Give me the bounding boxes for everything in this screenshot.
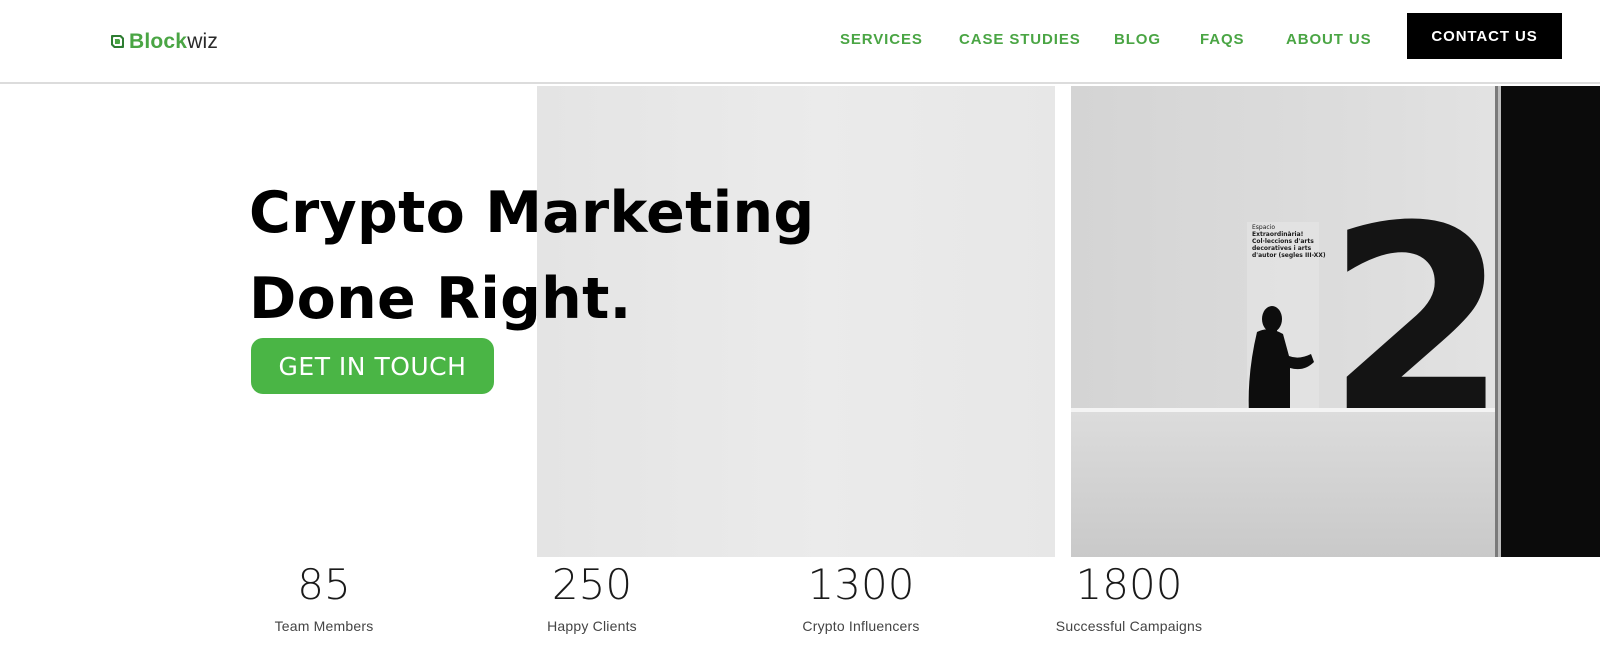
hero-photo: Espacio Extraordinària! Col·leccions d'a… [1071, 86, 1600, 557]
sign-line-3: decoratives i arts [1252, 245, 1312, 252]
stat-value: 250 [551, 560, 633, 609]
stat-label: Team Members [274, 618, 374, 634]
stat-happy-clients: 250 Happy Clients [492, 560, 692, 634]
hero-title-line-2: Done Right. [249, 266, 632, 332]
stat-value: 1300 [807, 560, 915, 609]
nav-blog[interactable]: BLOG [1114, 31, 1161, 48]
sign-line-1: Extraordinària! [1252, 231, 1303, 238]
nav-services[interactable]: SERVICES [840, 31, 923, 48]
stat-crypto-influencers: 1300 Crypto Influencers [761, 560, 961, 634]
stat-successful-campaigns: 1800 Successful Campaigns [1029, 560, 1229, 634]
contact-us-button[interactable]: CONTACT US [1407, 13, 1562, 59]
hero-title-line-1: Crypto Marketing [249, 180, 815, 246]
site-header: Blockwiz SERVICES CASE STUDIES BLOG FAQS… [0, 0, 1600, 84]
get-in-touch-button[interactable]: GET IN TOUCH [251, 338, 494, 394]
hero-title: Crypto Marketing Done Right. [249, 170, 889, 342]
main-nav: SERVICES CASE STUDIES BLOG FAQS ABOUT US [0, 31, 1600, 51]
stat-label: Happy Clients [547, 618, 637, 634]
sign-line-2: Col·leccions d'arts [1252, 238, 1314, 245]
nav-case-studies[interactable]: CASE STUDIES [959, 31, 1081, 48]
stat-label: Successful Campaigns [1055, 618, 1203, 634]
stat-value: 1800 [1075, 560, 1183, 609]
nav-about-us[interactable]: ABOUT US [1286, 31, 1372, 48]
stat-team-members: 85 Team Members [224, 560, 424, 634]
nav-faqs[interactable]: FAQS [1200, 31, 1244, 48]
stat-value: 85 [297, 560, 351, 609]
stat-label: Crypto Influencers [802, 618, 920, 634]
sign-line-4: d'autor (segles III-XX) [1252, 252, 1326, 259]
sign-line-0: Espacio [1252, 224, 1275, 231]
